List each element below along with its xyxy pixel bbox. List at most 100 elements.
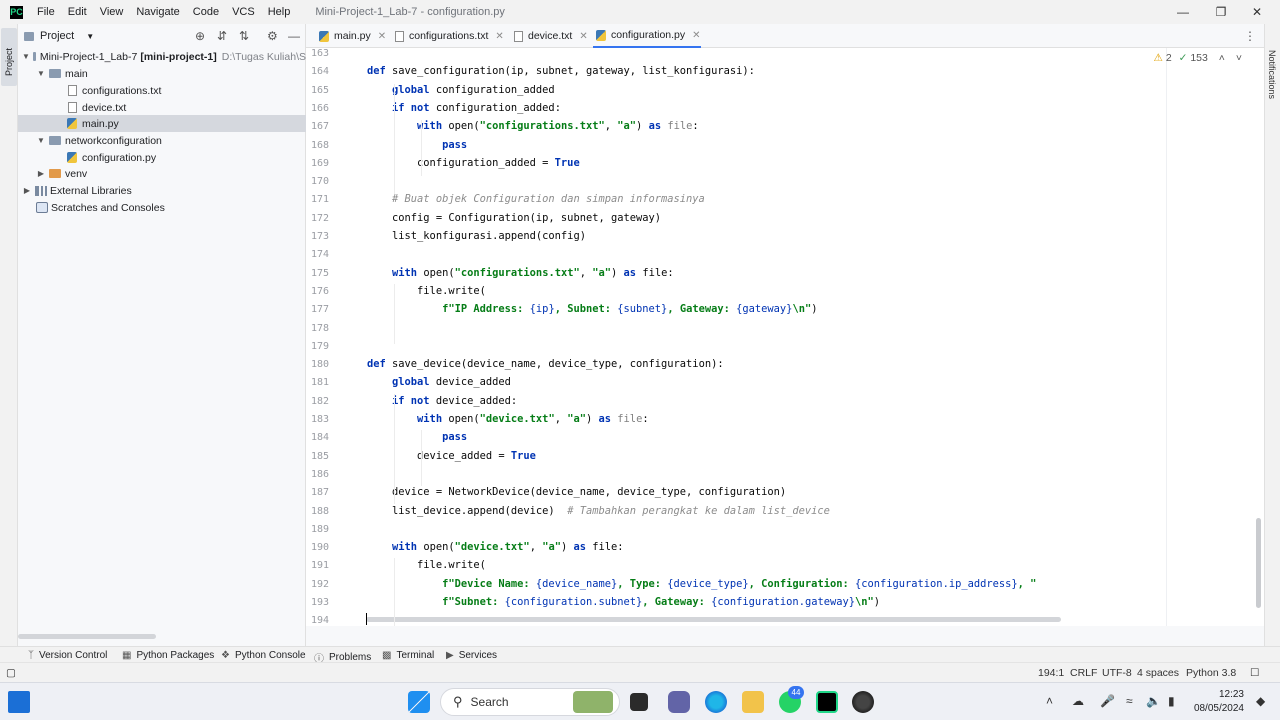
chevron-right-icon[interactable]: ▶ [22,186,32,195]
pycharm-taskbar-icon[interactable] [816,691,838,713]
chevron-up-icon[interactable]: ˄ [1219,52,1225,64]
vertical-scrollbar[interactable] [1256,518,1261,608]
code-line[interactable]: f"IP Address: {ip}, Subnet: {subnet}, Ga… [367,303,817,315]
edge-icon[interactable] [705,691,727,713]
code-line[interactable]: device_added = True [367,450,536,462]
microphone-icon[interactable]: 🎤 [1100,694,1115,708]
tab-main-py[interactable]: main.py ✕ [316,24,386,48]
code-line[interactable]: with open("device.txt", "a") as file: [367,413,649,425]
code-line[interactable]: config = Configuration(ip, subnet, gatew… [367,212,661,224]
pycharm-logo-icon[interactable]: PC [10,5,23,19]
code-line[interactable]: configuration_added = True [367,157,580,169]
python-console-button[interactable]: ❖ Python Console [221,650,306,661]
caret-position[interactable]: 194:1 [1038,667,1064,679]
locate-target-icon[interactable]: ⊕ [195,29,205,43]
cloud-icon[interactable]: ☁ [1072,694,1084,708]
python-packages-button[interactable]: ▦ Python Packages [122,650,214,661]
code-line[interactable]: with open("configurations.txt", "a") as … [367,120,699,132]
tab-configuration-py[interactable]: configuration.py ✕ [593,24,701,48]
code-line[interactable]: device = NetworkDevice(device_name, devi… [367,486,786,498]
panel-toggle-icon[interactable]: ▢ [6,667,16,679]
code-line[interactable]: file.write( [367,285,486,297]
taskbar-search[interactable]: ⚲ Search [440,688,620,716]
more-vertical-icon[interactable]: ⋮ [1244,29,1256,43]
version-control-button[interactable]: ᛉ Version Control [28,650,107,661]
hide-panel-icon[interactable]: — [288,29,300,43]
desktop-widget-icon[interactable] [8,691,30,713]
close-icon[interactable]: ✕ [579,31,587,42]
minimize-icon[interactable]: — [1166,0,1200,24]
menu-code[interactable]: Code [193,6,219,18]
chevron-right-icon[interactable]: ▶ [36,169,46,178]
lock-icon[interactable]: ☐ [1250,667,1259,679]
tab-device-txt[interactable]: device.txt ✕ [510,24,588,48]
menu-file[interactable]: File [37,6,55,18]
horizontal-scrollbar[interactable] [18,634,156,639]
tree-item-venv[interactable]: ▶ venv [18,165,306,182]
chevron-down-icon[interactable]: ▼ [36,136,46,145]
inspection-widget[interactable]: ⚠ 2 ✓ 153 ˄ ˅ [1154,52,1243,64]
chevron-down-icon[interactable]: ˅ [1236,52,1242,64]
close-icon[interactable]: ✕ [692,30,700,41]
code-line[interactable]: pass [367,139,467,151]
close-icon[interactable]: ✕ [378,31,386,42]
code-line[interactable]: f"Device Name: {device_name}, Type: {dev… [367,578,1036,590]
chevron-up-icon[interactable]: ˄ [1046,694,1053,708]
code-line[interactable]: pass [367,431,467,443]
tree-item-configurations-txt[interactable]: configurations.txt [18,82,306,99]
menu-vcs[interactable]: VCS [232,6,255,18]
menu-edit[interactable]: Edit [68,6,87,18]
teams-icon[interactable] [668,691,690,713]
windows-start-icon[interactable] [408,691,430,713]
indent-setting[interactable]: 4 spaces [1137,667,1179,679]
services-button[interactable]: ▶ Services [446,650,497,661]
code-line[interactable]: def save_device(device_name, device_type… [367,358,724,370]
code-line[interactable]: if not device_added: [367,395,517,407]
code-line[interactable]: def save_configuration(ip, subnet, gatew… [367,65,755,77]
obs-icon[interactable] [852,691,874,713]
file-explorer-icon[interactable] [742,691,764,713]
tree-item-main[interactable]: ▼ main [18,65,306,82]
speaker-muted-icon[interactable]: 🔈 [1146,694,1161,708]
tree-item-scratches[interactable]: Scratches and Consoles [18,199,306,216]
line-separator[interactable]: CRLF [1070,667,1097,679]
collapse-all-icon[interactable]: ⇅ [239,29,249,43]
tree-item-main-py[interactable]: main.py [18,115,306,132]
expand-all-icon[interactable]: ⇵ [217,29,227,43]
battery-icon[interactable]: ▮ [1168,694,1175,708]
code-line[interactable]: with open("configurations.txt", "a") as … [367,267,674,279]
terminal-button[interactable]: ▩ Terminal [382,650,434,661]
code-line[interactable]: f"Subnet: {configuration.subnet}, Gatewa… [367,596,880,608]
file-encoding[interactable]: UTF-8 [1102,667,1132,679]
tree-item-project-root[interactable]: ▼ Mini-Project-1_Lab-7 [mini-project-1] … [18,48,306,65]
python-interpreter[interactable]: Python 3.8 [1186,667,1236,679]
wifi-icon[interactable]: ≈ [1126,694,1133,708]
task-view-icon[interactable] [630,693,648,711]
code-line[interactable]: file.write( [367,559,486,571]
code-line[interactable]: list_device.append(device) # Tambahkan p… [367,505,830,517]
close-icon[interactable]: ✕ [495,31,503,42]
tree-item-configuration-py[interactable]: configuration.py [18,149,306,166]
menu-help[interactable]: Help [268,6,291,18]
chevron-down-icon[interactable]: ▼ [22,52,30,61]
tree-item-external-libraries[interactable]: ▶ External Libraries [18,182,306,199]
menu-navigate[interactable]: Navigate [136,6,179,18]
tree-item-networkconfiguration[interactable]: ▼ networkconfiguration [18,132,306,149]
maximize-icon[interactable]: ❐ [1204,0,1238,24]
notifications-stripe-label[interactable]: Notifications [1267,50,1277,99]
project-stripe-button[interactable]: Project [1,28,17,86]
tree-item-device-txt[interactable]: device.txt [18,99,306,116]
notification-bell-icon[interactable]: ◆ [1256,694,1265,708]
project-panel-title[interactable]: Project [40,30,74,42]
gear-icon[interactable]: ⚙ [267,29,278,43]
code-editor[interactable]: 163 164 165 166 167 168 169 170 171 172 173 174 175 1… [306,48,1264,626]
code-line[interactable]: global device_added [367,376,511,388]
chevron-down-icon[interactable]: ▼ [36,69,46,78]
menu-view[interactable]: View [100,6,124,18]
tab-configurations-txt[interactable]: configurations.txt ✕ [391,24,504,48]
horizontal-scrollbar[interactable] [366,617,1061,622]
code-line[interactable]: global configuration_added [367,84,555,96]
code-line[interactable]: with open("device.txt", "a") as file: [367,541,624,553]
system-clock[interactable]: 12:23 08/05/2024 [1194,688,1244,716]
code-line[interactable]: # Buat objek Configuration dan simpan in… [367,193,705,205]
